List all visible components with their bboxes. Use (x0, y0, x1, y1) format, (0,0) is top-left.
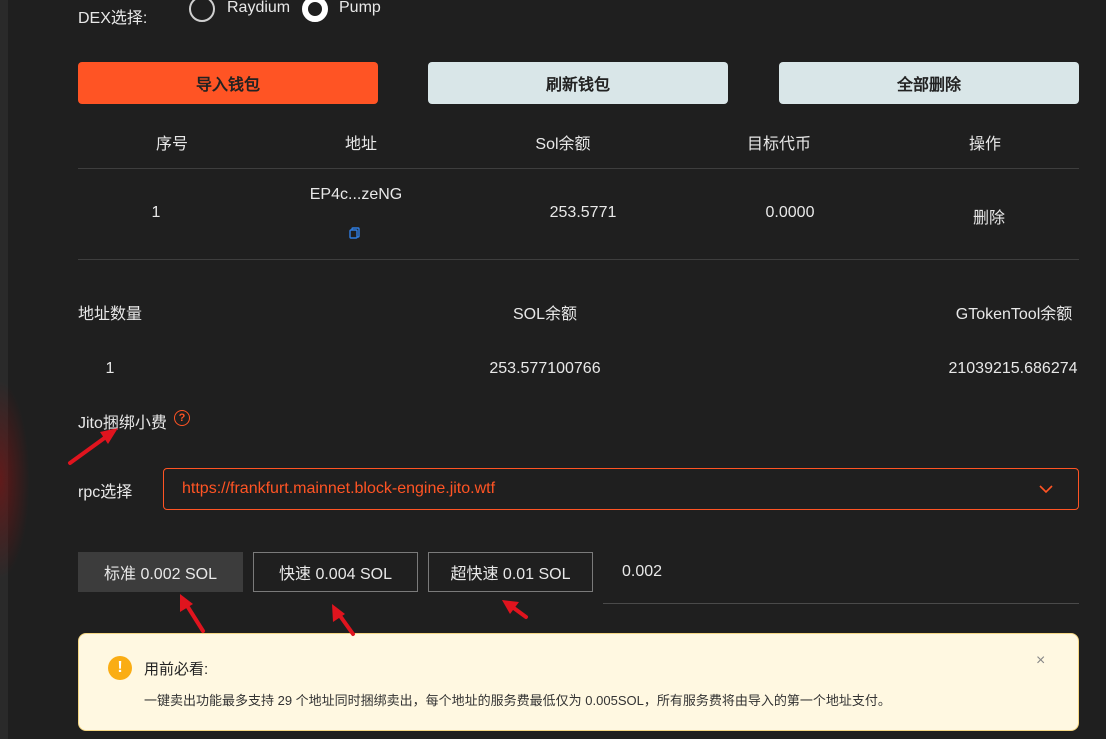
arrow-fee-ultra (502, 600, 528, 619)
annotation-arrows (68, 428, 528, 636)
arrow-fee-standard (180, 594, 205, 633)
arrow-fee-fast (332, 604, 355, 636)
arrow-jito (68, 428, 118, 465)
